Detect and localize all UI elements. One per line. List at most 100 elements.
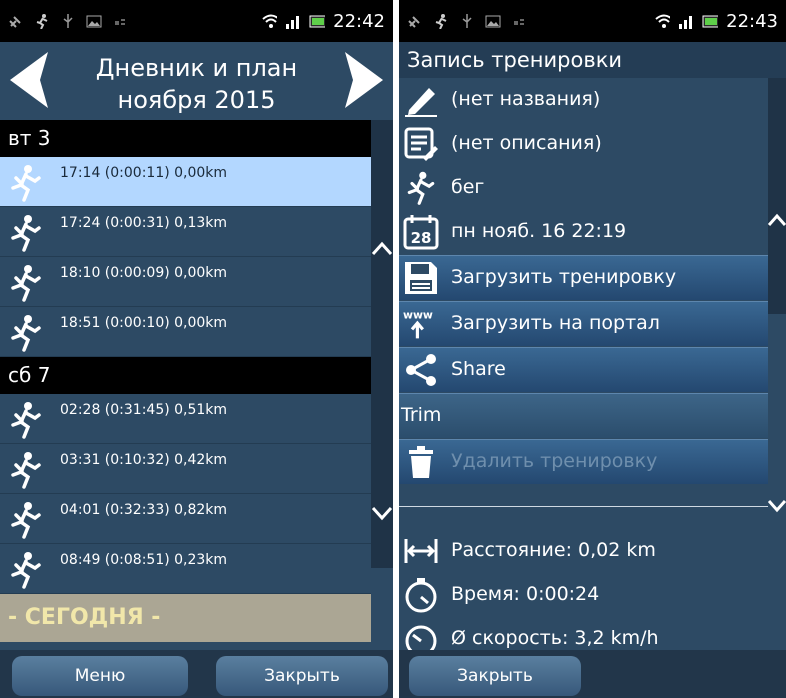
workout-summary: 18:10 (0:00:09) 0,00km [60, 265, 228, 281]
scroll-down-icon[interactable] [768, 498, 786, 514]
speed-row: Ø скорость: 3,2 km/h [399, 617, 768, 650]
delete-workout-label: Удалить тренировку [451, 450, 658, 472]
scroll-up-icon[interactable] [371, 240, 393, 258]
next-month-button[interactable] [339, 50, 387, 110]
bottom-bar: Закрыть [399, 650, 786, 698]
workout-summary: 03:31 (0:10:32) 0,42km [60, 452, 228, 468]
month-header: Дневник и план ноября 2015 [0, 42, 393, 120]
list-item[interactable]: 08:49 (0:08:51) 0,23km [0, 544, 371, 594]
upload-workout-label: Загрузить тренировку [451, 266, 677, 288]
workout-summary: 08:49 (0:08:51) 0,23km [60, 552, 228, 568]
runner-icon [11, 552, 41, 589]
runner-icon [11, 452, 41, 489]
workout-details[interactable]: (нет названия) (нет описания) бег 28 пн … [399, 78, 768, 650]
time-row: Время: 0:00:24 [399, 573, 768, 617]
workout-description: (нет описания) [451, 132, 602, 154]
save-disk-icon [405, 262, 437, 294]
share-button[interactable]: Share [399, 347, 768, 392]
workout-date: пн нояб. 16 22:19 [451, 220, 627, 242]
trim-button[interactable]: Trim [399, 393, 768, 438]
workout-name: (нет названия) [451, 88, 601, 110]
status-bar: 22:43 [399, 0, 786, 42]
close-button[interactable]: Закрыть [409, 656, 581, 696]
calendar-icon: 28 [403, 215, 439, 250]
workout-summary: 02:28 (0:31:45) 0,51km [60, 402, 228, 418]
workout-list[interactable]: вт 3 17:14 (0:00:11) 0,00km 17:24 (0:00:… [0, 120, 371, 650]
image-icon [485, 13, 501, 29]
scrollbar[interactable] [768, 78, 786, 650]
prev-month-button[interactable] [6, 50, 54, 110]
list-item[interactable]: 18:10 (0:00:09) 0,00km [0, 257, 371, 307]
image-icon [86, 13, 102, 29]
scrollbar-thumb[interactable] [768, 78, 786, 314]
time-value: Время: 0:00:24 [451, 583, 600, 605]
workout-summary: 18:51 (0:00:10) 0,00km [60, 315, 228, 331]
upload-web-icon: www [403, 309, 433, 339]
list-item[interactable]: 17:24 (0:00:31) 0,13km [0, 207, 371, 257]
list-item[interactable]: 04:01 (0:32:33) 0,82km [0, 494, 371, 544]
sport-type: бег [451, 176, 485, 198]
list-item[interactable]: 03:31 (0:10:32) 0,42km [0, 444, 371, 494]
page-title: Запись тренировки [399, 42, 786, 78]
clock: 22:43 [726, 10, 778, 32]
runner-icon [11, 402, 41, 439]
title-line-2: ноября 2015 [117, 86, 276, 114]
workout-summary: 04:01 (0:32:33) 0,82km [60, 502, 228, 518]
stopwatch-icon [405, 578, 437, 613]
upload-workout-button[interactable]: Загрузить тренировку [399, 255, 768, 300]
runner-icon [11, 165, 41, 202]
upload-portal-button[interactable]: www Загрузить на портал [399, 301, 768, 346]
delete-workout-button[interactable]: Удалить тренировку [399, 439, 768, 484]
page-title: Дневник и план ноября 2015 [60, 52, 333, 116]
runner-icon [407, 171, 435, 205]
runner-icon [11, 265, 41, 302]
trim-label: Trim [401, 404, 442, 426]
edit-list-icon [404, 127, 438, 161]
upload-portal-label: Загрузить на портал [451, 312, 660, 334]
list-item[interactable]: 02:28 (0:31:45) 0,51km [0, 394, 371, 444]
battery-icon [702, 13, 719, 29]
arrow-right-icon [345, 52, 383, 108]
runner-icon [11, 315, 41, 352]
description-row[interactable]: (нет описания) [399, 122, 768, 166]
runner-status-icon [433, 13, 449, 29]
wifi-icon [261, 13, 278, 29]
speedometer-icon [405, 625, 437, 650]
calendar-day: 28 [411, 229, 432, 247]
bottom-bar: Меню Закрыть [0, 650, 393, 698]
share-label: Share [451, 358, 506, 380]
battery-icon [309, 13, 326, 29]
cell-signal-icon [285, 13, 301, 29]
name-row[interactable]: (нет названия) [399, 78, 768, 122]
www-text: www [403, 309, 433, 322]
close-button[interactable]: Закрыть [216, 656, 388, 696]
distance-value: Расстояние: 0,02 km [451, 539, 656, 561]
list-item[interactable]: 18:51 (0:00:10) 0,00km [0, 307, 371, 357]
runner-icon [11, 502, 41, 539]
usb-icon [60, 13, 76, 29]
signal-small-icon [511, 13, 527, 29]
scroll-up-icon[interactable] [768, 212, 786, 228]
diary-screen: 22:42 Дневник и план ноября 2015 вт 3 17… [0, 0, 393, 698]
day-header: сб 7 [0, 357, 371, 394]
scrollbar[interactable] [371, 120, 393, 650]
date-row[interactable]: 28 пн нояб. 16 22:19 [399, 210, 768, 254]
workout-summary: 17:24 (0:00:31) 0,13km [60, 215, 228, 231]
share-icon [406, 354, 436, 386]
scroll-down-icon[interactable] [371, 504, 393, 522]
signal-small-icon [112, 13, 128, 29]
sport-row[interactable]: бег [399, 166, 768, 210]
arrow-left-icon [10, 52, 48, 108]
workout-record-screen: 22:43 Запись тренировки (нет названия) (… [399, 0, 786, 698]
today-divider: - СЕГОДНЯ - [0, 594, 371, 642]
speed-value: Ø скорость: 3,2 km/h [451, 627, 659, 649]
title-line-1: Дневник и план [95, 54, 298, 82]
scrollbar-thumb[interactable] [371, 120, 393, 568]
trash-icon [409, 446, 433, 478]
workout-summary: 17:14 (0:00:11) 0,00km [60, 165, 228, 181]
list-item[interactable]: 17:14 (0:00:11) 0,00km [0, 157, 371, 207]
day-header: вт 3 [0, 120, 371, 157]
cell-signal-icon [678, 13, 694, 29]
menu-button[interactable]: Меню [12, 656, 188, 696]
divider [399, 506, 768, 507]
